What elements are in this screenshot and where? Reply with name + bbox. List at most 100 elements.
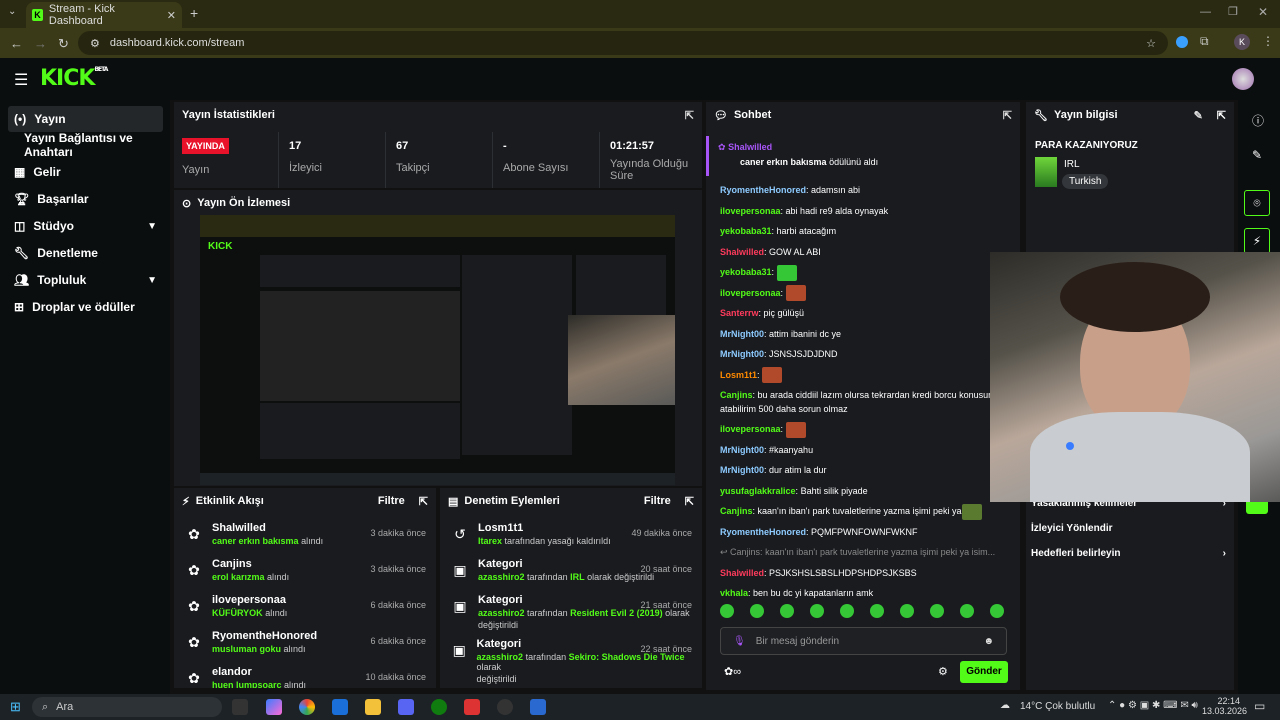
chat-username[interactable]: ilovepersonaa — [720, 424, 781, 434]
sidebar-item-topluluk[interactable]: 👥︎ Topluluk ▼ — [8, 267, 163, 293]
emoji-icon[interactable]: ☻ — [983, 636, 994, 647]
goals-link[interactable]: Hedefleri belirleyin › — [1031, 548, 1226, 559]
tab-list-icon[interactable]: ⌄ — [8, 6, 16, 17]
site-info-icon[interactable]: ⚙ — [90, 37, 100, 50]
chat-username[interactable]: Canjins — [720, 390, 753, 400]
popout-icon[interactable]: ⇱ — [419, 495, 428, 508]
filter-button[interactable]: Filtre — [644, 495, 671, 507]
chat-username[interactable]: MrNight00 — [720, 465, 764, 475]
window-close-icon[interactable]: ✕ — [1258, 5, 1268, 19]
tray-icons[interactable]: ⌃ ● ⚙ ▣ ✱ ⌨ ✉ 🔊︎ — [1108, 700, 1198, 711]
hamburger-menu-icon[interactable]: ☰ — [14, 70, 28, 90]
weather-text[interactable]: 14°C Çok bulutlu — [1020, 701, 1095, 712]
send-button[interactable]: Gönder — [960, 661, 1008, 683]
sidebar: (•) Yayın Yayın Bağlantısı ve Anahtarı ▦ G… — [0, 100, 170, 694]
minimize-icon[interactable]: — — [1200, 6, 1211, 18]
chat-input[interactable]: 🎙︎ Bir mesaj gönderin ☻ — [720, 627, 1007, 655]
chat-username[interactable]: MrNight00 — [720, 349, 764, 359]
stat-viewers: 17 İzleyici — [278, 132, 385, 188]
chat-username[interactable]: ilovepersonaa — [720, 288, 781, 298]
chat-username[interactable]: Shalwilled — [720, 247, 764, 257]
restore-icon[interactable]: ❐ — [1228, 5, 1238, 18]
chat-text: #kaanyahu — [769, 444, 814, 455]
new-tab-icon[interactable]: + — [190, 5, 198, 21]
chat-settings-icon[interactable]: ⚙ — [938, 665, 948, 678]
kick-logo[interactable]: KICKBETA — [40, 66, 108, 91]
clock[interactable]: 22:14 13.03.2026 — [1202, 696, 1247, 716]
raid-link[interactable]: İzleyici Yönlendir — [1031, 523, 1113, 534]
notification-icon[interactable]: ▭ — [1254, 699, 1265, 713]
emote-bar[interactable] — [720, 604, 1020, 621]
url-text: dashboard.kick.com/stream — [109, 37, 245, 49]
mic-icon[interactable]: 🎙︎ — [733, 636, 746, 647]
task-view-icon[interactable] — [232, 699, 248, 715]
xbox-icon[interactable] — [431, 699, 447, 715]
copilot-icon[interactable] — [266, 699, 282, 715]
chat-username[interactable]: RyomentheHonored — [720, 527, 806, 537]
chat-username[interactable]: yekobaba31 — [720, 226, 772, 236]
activity-row: ✿ elandor huen lumpsoarc alındı 10 dakika ö… — [174, 666, 436, 688]
user-avatar[interactable] — [1232, 68, 1254, 90]
sidebar-item-stream-key[interactable]: Yayın Bağlantısı ve Anahtarı — [8, 131, 170, 159]
sidebar-item-droplar[interactable]: ⊞ Droplar ve ödüller — [8, 294, 163, 320]
sidebar-item-studyo[interactable]: ◫ Stüdyo ▼ — [8, 213, 163, 239]
category-icon: ▣ — [453, 598, 467, 614]
popout-icon[interactable]: ⇱ — [685, 495, 694, 508]
chat-panel: 💬︎ Sohbet ⇱ ✿ Shalwilled caner erkın bakıs… — [706, 102, 1020, 690]
activity-row: ✿ RyomentheHonored musluman goku alındı 6 d… — [174, 630, 436, 666]
chat-username[interactable]: MrNight00 — [720, 445, 764, 455]
chat-username[interactable]: yusufaglakkralice — [720, 486, 796, 496]
studio-icon: ◫ — [14, 219, 26, 233]
filter-button[interactable]: Filtre — [378, 495, 405, 507]
chat-text: piç gülüşü — [763, 308, 805, 318]
sidebar-item-yayin[interactable]: (•) Yayın — [8, 106, 163, 132]
obs-icon[interactable] — [497, 699, 513, 715]
discord-icon[interactable] — [398, 699, 414, 715]
taskbar-search[interactable]: ⌕ Ara — [32, 697, 222, 717]
sidebar-item-denetleme[interactable]: 🔧︎ Denetleme — [8, 240, 163, 266]
info-icon[interactable]: ⓘ — [1252, 112, 1264, 129]
stream-preview-video[interactable]: KICK — [200, 215, 675, 485]
chat-username[interactable]: ilovepersonaa — [720, 206, 781, 216]
app-icon[interactable] — [464, 699, 480, 715]
app-icon[interactable] — [332, 699, 348, 715]
extensions-puzzle-icon[interactable]: ⧉ — [1200, 34, 1209, 49]
sidebar-item-basarilar[interactable]: 🏆︎ Başarılar — [8, 186, 163, 212]
chat-username[interactable]: Canjins — [720, 506, 753, 516]
browser-tab[interactable]: K Stream - Kick Dashboard ✕ — [26, 2, 182, 28]
popout-icon[interactable]: ⇱ — [1217, 109, 1226, 122]
profile-icon[interactable]: K — [1234, 34, 1250, 50]
back-icon[interactable]: ← — [10, 36, 23, 51]
chat-message: ilovepersonaa: abi hadi re9 alda oynayak — [720, 205, 889, 216]
file-explorer-icon[interactable] — [365, 699, 381, 715]
chat-text: GOW AL ABI — [769, 246, 821, 257]
popout-icon[interactable]: ⇱ — [685, 109, 694, 122]
chrome-icon[interactable] — [299, 699, 315, 715]
lightning-icon[interactable]: ⚡︎ — [1244, 228, 1270, 254]
chat-username[interactable]: Losm1t1 — [720, 370, 757, 380]
pen-icon[interactable]: ✎ — [1252, 148, 1262, 162]
tab-close-icon[interactable]: ✕ — [167, 9, 176, 22]
channel-points-icon[interactable]: ✿∞ — [724, 665, 741, 678]
stats-title: Yayın İstatistikleri — [182, 109, 275, 121]
camera-icon[interactable]: ⌾ — [1244, 190, 1270, 216]
forward-icon[interactable]: → — [34, 36, 47, 51]
chat-username[interactable]: yekobaba31 — [720, 267, 772, 277]
sidebar-item-gelir[interactable]: ▦ Gelir — [8, 159, 163, 185]
chat-username[interactable]: Shalwilled — [720, 568, 764, 578]
menu-dots-icon[interactable]: ⋮ — [1262, 34, 1274, 48]
bookmark-star-icon[interactable]: ☆ — [1146, 37, 1156, 50]
chat-username[interactable]: Santerrw — [720, 308, 759, 318]
app-icon[interactable] — [530, 699, 546, 715]
chat-username[interactable]: vkhala — [720, 588, 748, 598]
chat-message: MrNight00: #kaanyahu — [720, 444, 814, 455]
chat-username[interactable]: MrNight00 — [720, 329, 764, 339]
edit-icon[interactable]: ✎ — [1194, 109, 1203, 122]
url-input[interactable]: ⚙ dashboard.kick.com/stream ☆ — [78, 31, 1168, 55]
reply-preview[interactable]: ↩ Canjins: kaan'ın iban'ı park tuvaletle… — [720, 542, 1006, 563]
windows-start-icon[interactable]: ⊞ — [10, 699, 21, 715]
extension-icon[interactable] — [1176, 36, 1188, 48]
chat-username[interactable]: RyomentheHonored — [720, 185, 806, 195]
popout-icon[interactable]: ⇱ — [1003, 109, 1012, 122]
reload-icon[interactable]: ↻ — [58, 36, 69, 52]
